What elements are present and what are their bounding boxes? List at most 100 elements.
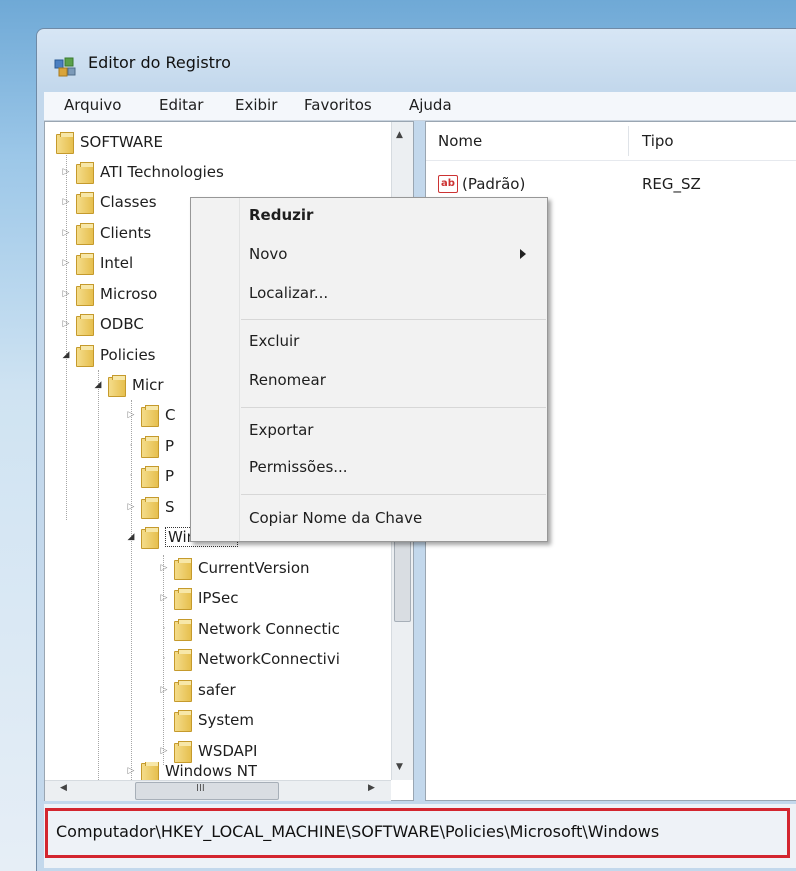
- collapse-arrow-icon[interactable]: ◢: [92, 380, 104, 390]
- folder-icon: [174, 710, 192, 732]
- tree-item[interactable]: ▷ CurrentVersion: [158, 554, 310, 582]
- folder-icon: [76, 223, 94, 245]
- folder-icon: [174, 558, 192, 580]
- folder-icon: [108, 375, 126, 397]
- folder-icon: [174, 680, 192, 702]
- tree-item[interactable]: ▷ WSDAPI: [158, 737, 257, 765]
- tree-item[interactable]: · NetworkConnectivi: [158, 645, 340, 673]
- tree-item[interactable]: · Network Connectic: [158, 615, 340, 643]
- tree-item[interactable]: · P: [125, 462, 174, 490]
- folder-icon: [174, 649, 192, 671]
- tree-connector: ·: [162, 624, 166, 634]
- expand-arrow-icon[interactable]: ▷: [125, 502, 137, 512]
- collapse-arrow-icon[interactable]: ◢: [60, 350, 72, 360]
- expand-arrow-icon[interactable]: ▷: [60, 319, 72, 329]
- scroll-left-arrow-icon[interactable]: ◀: [60, 783, 67, 793]
- tree-item[interactable]: ▷ safer: [158, 676, 236, 704]
- folder-icon: [141, 497, 159, 519]
- folder-icon: [76, 192, 94, 214]
- string-value-icon: ab: [438, 175, 458, 193]
- value-type-cell: REG_SZ: [642, 175, 701, 193]
- context-menu-reduzir[interactable]: Reduzir: [249, 206, 313, 224]
- tree-item[interactable]: ▷ S: [125, 493, 175, 521]
- context-menu-novo[interactable]: Novo: [249, 245, 287, 263]
- folder-icon: [76, 162, 94, 184]
- tree-item[interactable]: · System: [158, 706, 254, 734]
- value-row[interactable]: ab (Padrão): [438, 170, 525, 198]
- folder-icon: [76, 345, 94, 367]
- column-divider[interactable]: [628, 126, 629, 156]
- menu-separator: [241, 319, 546, 320]
- context-menu-excluir[interactable]: Excluir: [249, 332, 299, 350]
- menu-favoritos[interactable]: Favoritos: [304, 96, 372, 114]
- header-divider: [426, 160, 796, 161]
- expand-arrow-icon[interactable]: ▷: [125, 410, 137, 420]
- context-menu: [190, 197, 548, 542]
- column-header-nome[interactable]: Nome: [438, 132, 482, 150]
- tree-item[interactable]: ▷ Intel: [60, 249, 133, 277]
- folder-icon: [76, 284, 94, 306]
- scroll-grip: III: [196, 783, 205, 794]
- tree-item[interactable]: ◢ Micr: [92, 371, 164, 399]
- expand-arrow-icon[interactable]: ▷: [158, 746, 170, 756]
- folder-icon: [141, 466, 159, 488]
- tree-horizontal-scroll-thumb[interactable]: [135, 782, 279, 800]
- tree-item[interactable]: ◢ Policies: [60, 341, 155, 369]
- menu-ajuda[interactable]: Ajuda: [409, 96, 452, 114]
- menu-separator: [241, 407, 546, 408]
- scroll-up-arrow-icon[interactable]: ▲: [396, 130, 403, 140]
- tree-connector: ·: [162, 654, 166, 664]
- expand-arrow-icon[interactable]: ▷: [158, 593, 170, 603]
- context-menu-exportar[interactable]: Exportar: [249, 421, 313, 439]
- expand-arrow-icon[interactable]: ▷: [60, 197, 72, 207]
- folder-icon: [76, 314, 94, 336]
- collapse-arrow-icon[interactable]: ◢: [125, 532, 137, 542]
- window-title: Editor do Registro: [88, 53, 231, 72]
- status-path: Computador\HKEY_LOCAL_MACHINE\SOFTWARE\P…: [56, 822, 660, 841]
- menu-separator: [241, 494, 546, 495]
- context-menu-renomear[interactable]: Renomear: [249, 371, 326, 389]
- tree-item[interactable]: ▷ Microso: [60, 280, 157, 308]
- folder-icon: [76, 253, 94, 275]
- tree-guide-line: [98, 370, 99, 780]
- expand-arrow-icon[interactable]: ▷: [60, 289, 72, 299]
- scroll-down-arrow-icon[interactable]: ▼: [396, 762, 403, 772]
- tree-item[interactable]: · P: [125, 432, 174, 460]
- menu-arquivo[interactable]: Arquivo: [64, 96, 121, 114]
- value-name: (Padrão): [462, 175, 526, 193]
- expand-arrow-icon[interactable]: ▷: [60, 167, 72, 177]
- expand-arrow-icon[interactable]: ▷: [158, 563, 170, 573]
- expand-arrow-icon[interactable]: ▷: [158, 685, 170, 695]
- menu-exibir[interactable]: Exibir: [235, 96, 277, 114]
- folder-icon: [141, 436, 159, 458]
- expand-arrow-icon[interactable]: ▷: [125, 766, 137, 776]
- column-header-tipo[interactable]: Tipo: [642, 132, 674, 150]
- tree-item[interactable]: ▷ Windows NT: [125, 762, 257, 780]
- context-menu-gutter: [239, 198, 240, 541]
- tree-item[interactable]: ▷ ODBC: [60, 310, 144, 338]
- folder-icon: [174, 619, 192, 641]
- folder-icon: [141, 762, 159, 780]
- context-menu-localizar[interactable]: Localizar...: [249, 284, 328, 302]
- tree-item[interactable]: ▷ ATI Technologies: [60, 158, 224, 186]
- tree-connector: ·: [129, 441, 133, 451]
- folder-icon: [174, 741, 192, 763]
- tree-item[interactable]: ▷ Classes: [60, 188, 157, 216]
- expand-arrow-icon[interactable]: ▷: [60, 258, 72, 268]
- context-menu-permissoes[interactable]: Permissões...: [249, 458, 348, 476]
- regedit-app-icon: [52, 54, 78, 80]
- folder-icon: [141, 527, 159, 549]
- folder-icon: [56, 132, 74, 154]
- scroll-right-arrow-icon[interactable]: ▶: [368, 783, 375, 793]
- expand-arrow-icon[interactable]: ▷: [60, 228, 72, 238]
- tree-item[interactable]: ▷ Clients: [60, 219, 151, 247]
- menu-bar: Arquivo Editar Exibir Favoritos Ajuda: [44, 92, 796, 121]
- tree-item[interactable]: ▷ IPSec: [158, 584, 238, 612]
- tree-item[interactable]: ▷ C: [125, 401, 175, 429]
- tree-vertical-scroll-thumb[interactable]: [394, 530, 411, 622]
- context-menu-copiar-nome-chave[interactable]: Copiar Nome da Chave: [249, 509, 422, 527]
- folder-icon: [141, 405, 159, 427]
- tree-item-software[interactable]: SOFTWARE: [56, 128, 163, 156]
- folder-icon: [174, 588, 192, 610]
- menu-editar[interactable]: Editar: [159, 96, 203, 114]
